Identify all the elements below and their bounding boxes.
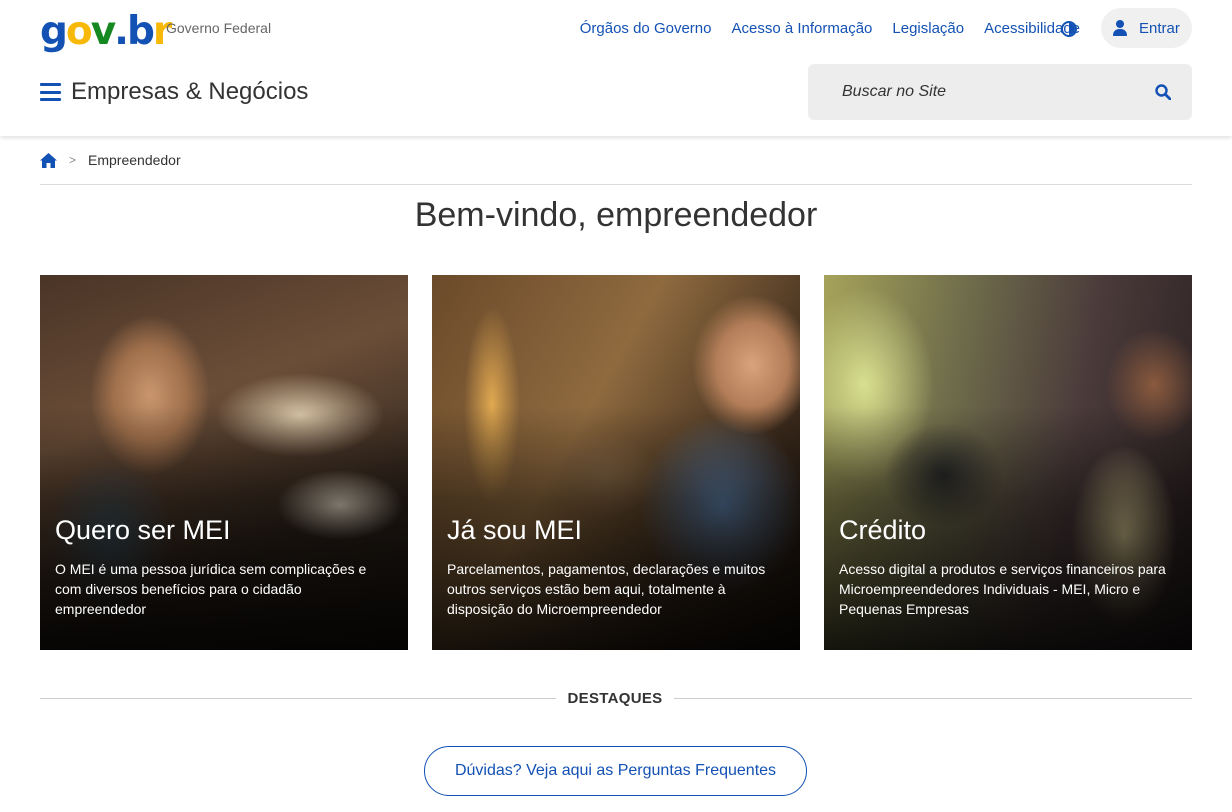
- card-quero-ser-mei[interactable]: Quero ser MEI O MEI é uma pessoa jurídic…: [40, 275, 408, 650]
- card-title: Já sou MEI: [447, 515, 583, 545]
- menu-row: Empresas & Negócios: [40, 78, 308, 106]
- user-icon: [1113, 20, 1127, 36]
- search-input[interactable]: [808, 64, 1138, 120]
- card-credito[interactable]: Crédito Acesso digital a produtos e serv…: [824, 275, 1192, 650]
- login-label: Entrar: [1139, 19, 1180, 37]
- card-ja-sou-mei[interactable]: Já sou MEI Parcelamentos, pagamentos, de…: [432, 275, 800, 650]
- breadcrumb-divider: [40, 184, 1192, 185]
- hamburger-menu-icon[interactable]: [40, 83, 61, 101]
- govbr-logo[interactable]: gov.br: [40, 7, 172, 54]
- breadcrumb-current: Empreendedor: [88, 152, 181, 168]
- logo-dot: .: [114, 9, 129, 54]
- breadcrumb: > Empreendedor: [40, 152, 181, 168]
- logo-subtitle: Governo Federal: [166, 20, 272, 36]
- faq-button[interactable]: Dúvidas? Veja aqui as Perguntas Frequent…: [424, 746, 807, 796]
- search-icon[interactable]: [1155, 84, 1171, 100]
- link-orgaos-do-governo[interactable]: Órgãos do Governo: [580, 20, 712, 37]
- search-box: [808, 64, 1192, 120]
- login-button[interactable]: Entrar: [1101, 8, 1192, 48]
- logo-letter-v: v: [90, 9, 116, 54]
- card-description: O MEI é uma pessoa jurídica sem complica…: [55, 561, 367, 617]
- link-acesso-a-informacao[interactable]: Acesso à Informação: [731, 20, 872, 37]
- site-title[interactable]: Empresas & Negócios: [71, 78, 308, 106]
- contrast-icon[interactable]: [1061, 21, 1077, 37]
- destaques-divider-right: [674, 698, 1192, 699]
- card-title: Crédito: [839, 515, 927, 545]
- destaques-divider-left: [40, 698, 556, 699]
- page-title: Bem-vindo, empreendedor: [414, 196, 818, 234]
- card-title: Quero ser MEI: [55, 515, 231, 545]
- breadcrumb-separator: >: [69, 153, 77, 167]
- destaques-title: DESTAQUES: [567, 690, 663, 707]
- site-header: gov.br Governo Federal Órgãos do Governo…: [0, 0, 1232, 136]
- logo-letter-g: g: [40, 9, 68, 54]
- logo-letter-b: b: [126, 9, 155, 54]
- link-legislacao[interactable]: Legislação: [892, 20, 964, 37]
- home-icon[interactable]: [40, 152, 57, 168]
- top-links: Órgãos do Governo Acesso à Informação Le…: [580, 20, 1080, 37]
- logo-letter-o: o: [65, 9, 93, 54]
- card-description: Acesso digital a produtos e serviços fin…: [839, 561, 1166, 617]
- card-description: Parcelamentos, pagamentos, declarações e…: [447, 561, 766, 617]
